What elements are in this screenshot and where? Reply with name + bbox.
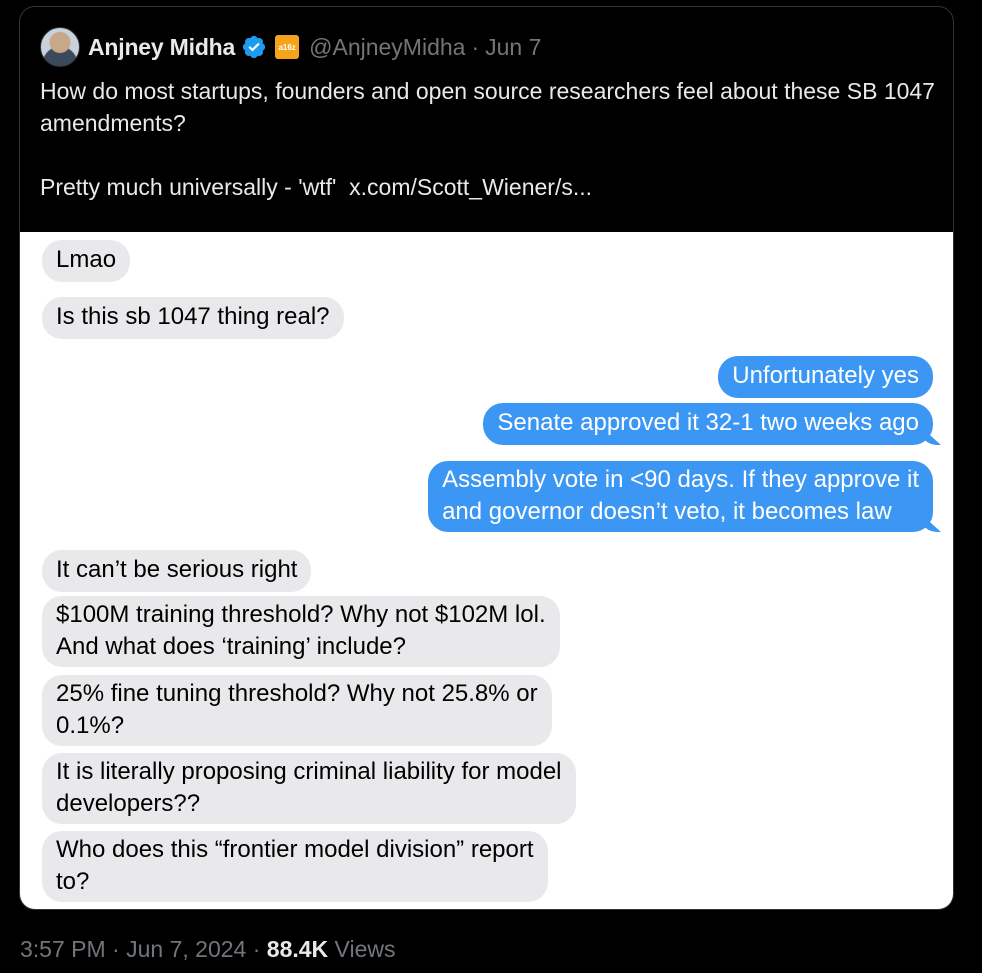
chat-bubble-incoming: 25% fine tuning threshold? Why not 25.8%… [42, 675, 552, 746]
chat-bubble-incoming: Is this sb 1047 thing real? [42, 297, 344, 339]
chat-bubble-incoming: It can’t be serious right [42, 550, 312, 592]
imessage-screenshot[interactable]: Lmao Is this sb 1047 thing real? Unfortu… [20, 232, 953, 909]
chat-bubble-outgoing: Unfortunately yes [718, 356, 933, 398]
author-handle[interactable]: @AnjneyMidha [309, 34, 465, 61]
chat-bubble-outgoing: Assembly vote in <90 days. If they appro… [428, 461, 933, 532]
bubble-line: 0.1%? [56, 712, 125, 739]
chat-bubble-incoming: Lmao [42, 240, 131, 282]
tweet-date[interactable]: Jun 7, 2024 [126, 936, 246, 962]
bubble-line: Who does this “frontier model division” … [56, 836, 534, 863]
meta-separator: · [112, 936, 120, 962]
bubble-line: Unfortunately yes [732, 362, 919, 389]
bubble-line: Assembly vote in <90 days. If they appro… [442, 466, 919, 493]
bubble-line: and governor doesn’t veto, it becomes la… [442, 498, 892, 525]
quoted-tweet-text-paragraph-2: Pretty much universally - 'wtf' x.com/Sc… [40, 171, 945, 203]
quoted-tweet-date[interactable]: Jun 7 [485, 34, 541, 61]
meta-separator: · [252, 936, 261, 962]
tweet-time[interactable]: 3:57 PM [20, 936, 106, 962]
affiliation-badge-text: a16z [278, 42, 296, 52]
chat-bubble-incoming: Who does this “frontier model division” … [42, 831, 548, 902]
bubble-line: Senate approved it 32-1 two weeks ago [497, 409, 919, 436]
chat-bubble-outgoing: Senate approved it 32-1 two weeks ago [483, 403, 933, 445]
bubble-line: It is literally proposing criminal liabi… [56, 758, 562, 785]
bubble-line: $100M training threshold? Why not $102M … [56, 601, 546, 628]
tweet-meta: 3:57 PM · Jun 7, 2024 · 88.4K Views [20, 936, 395, 963]
affiliation-badge-icon[interactable]: a16z [275, 35, 300, 59]
bubble-line: developers?? [56, 790, 201, 817]
bubble-line: And what does ‘training’ include? [56, 633, 407, 660]
chat-bubble-incoming: It is literally proposing criminal liabi… [42, 753, 576, 824]
quoted-tweet-text-paragraph-1: How do most startups, founders and open … [40, 78, 935, 136]
bubble-line: Lmao [56, 246, 117, 273]
views-label: Views [334, 936, 396, 962]
views-count: 88.4K [266, 936, 329, 962]
header-separator: · [471, 33, 480, 60]
bubble-line: to? [56, 868, 90, 895]
quoted-tweet-text-line2: Pretty much universally - 'wtf' [40, 174, 337, 200]
quoted-tweet-header: Anjney Midha a16z @AnjneyMidha · Jun 7 [40, 27, 541, 67]
bubble-line: Is this sb 1047 thing real? [56, 303, 330, 330]
avatar[interactable] [40, 27, 80, 67]
bubble-line: 25% fine tuning threshold? Why not 25.8%… [56, 680, 538, 707]
chat-bubble-incoming: $100M training threshold? Why not $102M … [42, 596, 560, 667]
bubble-line: It can’t be serious right [56, 556, 298, 583]
verified-badge-icon [241, 34, 267, 60]
quoted-tweet-text: How do most startups, founders and open … [40, 75, 945, 203]
author-name[interactable]: Anjney Midha [88, 34, 235, 61]
quoted-tweet-link[interactable]: x.com/Scott_Wiener/s... [349, 174, 592, 200]
quoted-tweet-card[interactable]: Anjney Midha a16z @AnjneyMidha · Jun 7 H… [19, 6, 954, 910]
